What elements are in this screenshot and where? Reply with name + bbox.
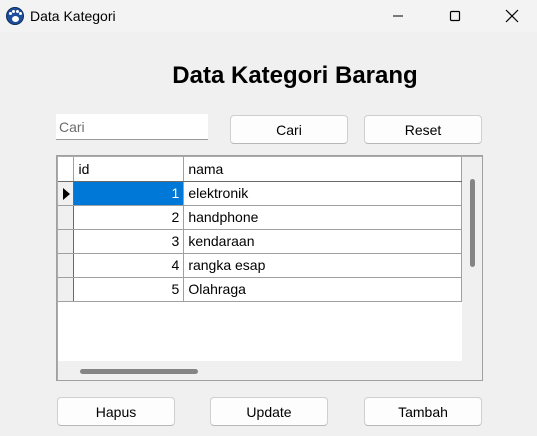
window-title: Data Kategori [30, 8, 116, 24]
cell-nama[interactable]: elektronik [183, 181, 462, 206]
row-header[interactable] [58, 229, 75, 254]
maximize-icon [449, 10, 461, 22]
table-row[interactable]: 1 elektronik [58, 181, 462, 206]
close-icon [505, 9, 519, 23]
page-title: Data Kategori Barang [172, 62, 418, 89]
row-header[interactable] [58, 253, 75, 278]
data-table: id nama 1 elektronik 2 handphone 3 kenda… [58, 157, 462, 302]
table-row[interactable]: 4 rangka esap [58, 253, 462, 278]
minimize-button[interactable] [373, 0, 423, 32]
cell-nama[interactable]: rangka esap [183, 253, 462, 278]
row-header[interactable] [58, 205, 75, 230]
header-corner[interactable] [58, 157, 75, 182]
horizontal-scrollbar[interactable] [58, 361, 462, 380]
data-grid[interactable]: id nama 1 elektronik 2 handphone 3 kenda… [56, 155, 483, 381]
current-row-arrow-icon [63, 187, 70, 200]
column-header-nama[interactable]: nama [183, 157, 462, 182]
cell-id[interactable]: 2 [73, 205, 185, 230]
cell-nama[interactable]: Olahraga [183, 277, 462, 302]
table-row[interactable]: 3 kendaraan [58, 229, 462, 254]
row-header[interactable] [58, 277, 75, 302]
reset-button[interactable]: Reset [364, 115, 482, 144]
table-row[interactable]: 5 Olahraga [58, 277, 462, 302]
horizontal-scroll-thumb[interactable] [80, 369, 198, 374]
search-button[interactable]: Cari [230, 115, 348, 144]
vertical-scrollbar[interactable] [462, 157, 482, 363]
cell-id[interactable]: 3 [73, 229, 185, 254]
delete-button[interactable]: Hapus [57, 397, 175, 426]
cell-nama[interactable]: handphone [183, 205, 462, 230]
table-header-row: id nama [58, 157, 462, 182]
cell-id[interactable]: 5 [73, 277, 185, 302]
minimize-icon [393, 15, 403, 17]
scrollbar-corner [462, 361, 482, 380]
search-input[interactable] [56, 114, 208, 140]
column-header-id[interactable]: id [73, 157, 185, 182]
title-bar[interactable]: Data Kategori [0, 0, 537, 32]
cell-id[interactable]: 1 [73, 181, 185, 206]
row-header[interactable] [58, 181, 75, 206]
vertical-scroll-thumb[interactable] [470, 179, 475, 267]
paw-icon [6, 7, 24, 25]
cell-id[interactable]: 4 [73, 253, 185, 278]
grid-content: id nama 1 elektronik 2 handphone 3 kenda… [58, 157, 462, 363]
maximize-button[interactable] [430, 0, 480, 32]
update-button[interactable]: Update [210, 397, 328, 426]
add-button[interactable]: Tambah [364, 397, 482, 426]
app-window: Data Kategori Data Kategori Barang Cari … [0, 0, 537, 436]
close-button[interactable] [487, 0, 537, 32]
cell-nama[interactable]: kendaraan [183, 229, 462, 254]
table-row[interactable]: 2 handphone [58, 205, 462, 230]
